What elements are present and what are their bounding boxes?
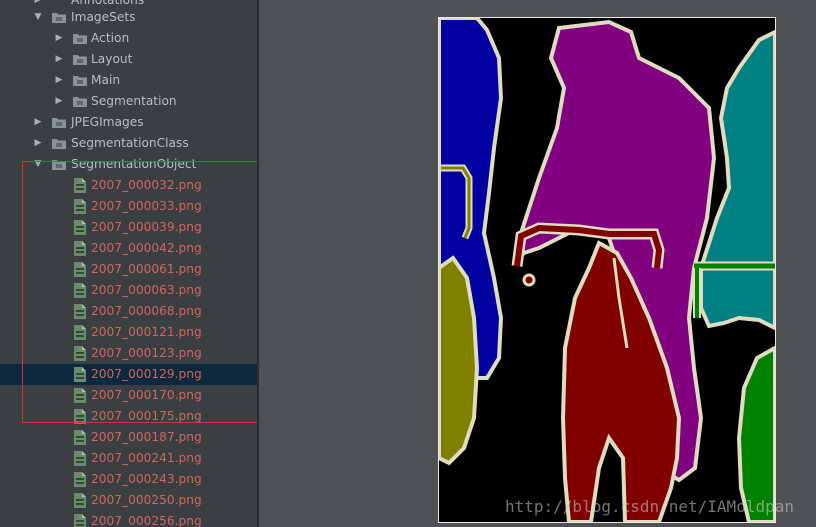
image-file-icon — [74, 346, 86, 361]
tree-file-row[interactable]: 2007_000241.png — [0, 448, 257, 469]
tree-row-label: Action — [91, 31, 130, 45]
tree-row-label: 2007_000187.png — [91, 430, 202, 444]
tree-file-row[interactable]: 2007_000123.png — [0, 343, 257, 364]
tree-row-label: 2007_000250.png — [91, 493, 202, 507]
tree-row-label: 2007_000042.png — [91, 241, 202, 255]
tree-row-label: 2007_000063.png — [91, 283, 202, 297]
image-file-icon — [74, 472, 86, 487]
folder-icon — [73, 76, 87, 86]
image-file-icon — [74, 304, 86, 319]
tree-row-label: 2007_000175.png — [91, 409, 202, 423]
image-file-icon — [74, 493, 86, 508]
tree-row-label: Layout — [91, 52, 133, 66]
tree-folder-row[interactable]: ▼ ImageSets — [0, 7, 257, 28]
expand-arrow-icon[interactable]: ▶ — [32, 112, 44, 133]
tree-file-row[interactable]: 2007_000250.png — [0, 490, 257, 511]
tree-row-label: 2007_000129.png — [91, 367, 202, 381]
watermark-text: http://blog.csdn.net/IAMoldpan — [505, 497, 794, 516]
image-file-icon — [74, 283, 86, 298]
image-file-icon — [74, 430, 86, 445]
tree-row-label: 2007_000170.png — [91, 388, 202, 402]
folder-icon — [52, 13, 66, 23]
tree-folder-row[interactable]: ▶ Layout — [0, 49, 257, 70]
expand-arrow-icon[interactable]: ▶ — [53, 49, 65, 70]
tree-folder-row[interactable]: ▶ Action — [0, 28, 257, 49]
segmentation-mask-image — [439, 18, 775, 522]
tree-row-label: Segmentation — [91, 94, 177, 108]
tree-row-label: 2007_000241.png — [91, 451, 202, 465]
image-file-icon — [74, 178, 86, 193]
tree-folder-row[interactable]: ▶ Main — [0, 70, 257, 91]
tree-file-row[interactable]: 2007_000175.png — [0, 406, 257, 427]
tree-file-row[interactable]: 2007_000063.png — [0, 280, 257, 301]
expand-arrow-icon[interactable]: ▶ — [53, 91, 65, 112]
tree-row-label: 2007_000256.png — [91, 514, 202, 527]
tree-file-row[interactable]: 2007_000243.png — [0, 469, 257, 490]
tree-file-row[interactable]: 2007_000033.png — [0, 196, 257, 217]
folder-icon — [52, 118, 66, 128]
folder-icon — [73, 34, 87, 44]
tree-file-row[interactable]: 2007_000068.png — [0, 301, 257, 322]
tree-row-label: 2007_000061.png — [91, 262, 202, 276]
tree-row-label: 2007_000243.png — [91, 472, 202, 486]
folder-icon — [52, 160, 66, 170]
folder-icon — [73, 97, 87, 107]
tree-row-label: ImageSets — [71, 10, 136, 24]
tree-row-label: Main — [91, 73, 121, 87]
image-file-icon — [74, 388, 86, 403]
tree-row-label: 2007_000121.png — [91, 325, 202, 339]
image-file-icon — [74, 325, 86, 340]
image-viewer: http://blog.csdn.net/IAMoldpan — [259, 0, 816, 527]
image-file-icon — [74, 199, 86, 214]
expand-arrow-icon[interactable]: ▶ — [32, 133, 44, 154]
tree-file-row[interactable]: 2007_000042.png — [0, 238, 257, 259]
tree-folder-row[interactable]: ▶ JPEGImages — [0, 112, 257, 133]
image-file-icon — [74, 409, 86, 424]
image-file-icon — [74, 241, 86, 256]
tree-file-row[interactable]: 2007_000187.png — [0, 427, 257, 448]
folder-icon — [73, 55, 87, 65]
collapse-arrow-icon[interactable]: ▼ — [32, 7, 44, 28]
tree-row-label: 2007_000032.png — [91, 178, 202, 192]
tree-row-label: 2007_000039.png — [91, 220, 202, 234]
tree-file-row[interactable]: 2007_000032.png — [0, 175, 257, 196]
tree-row-label: 2007_000033.png — [91, 199, 202, 213]
tree-row-label: SegmentationClass — [71, 136, 189, 150]
tree-row-label: 2007_000068.png — [91, 304, 202, 318]
segmentation-image — [438, 17, 776, 523]
tree-file-row[interactable]: 2007_000170.png — [0, 385, 257, 406]
project-tree-panel: ▶ Annotations ▼ ImageSets ▶ Action ▶ Layout ▶ M… — [0, 0, 257, 527]
image-file-icon — [74, 262, 86, 277]
tree-file-row[interactable]: 2007_000256.png — [0, 511, 257, 527]
tree-file-row[interactable]: 2007_000061.png — [0, 259, 257, 280]
tree-file-row[interactable]: 2007_000121.png — [0, 322, 257, 343]
collapse-arrow-icon[interactable]: ▼ — [32, 154, 44, 175]
image-file-icon — [74, 514, 86, 527]
tree-row-label: 2007_000123.png — [91, 346, 202, 360]
tree-folder-row[interactable]: ▶ SegmentationClass — [0, 133, 257, 154]
expand-arrow-icon[interactable]: ▶ — [53, 28, 65, 49]
tree-file-row[interactable]: 2007_000129.png — [0, 364, 257, 385]
tree-folder-row[interactable]: ▼ SegmentationObject — [0, 154, 257, 175]
tree-folder-row[interactable]: ▶ Segmentation — [0, 91, 257, 112]
tree-row-label: JPEGImages — [71, 115, 144, 129]
tree-file-row[interactable]: 2007_000039.png — [0, 217, 257, 238]
tree-row-label: SegmentationObject — [71, 157, 197, 171]
image-file-icon — [74, 451, 86, 466]
expand-arrow-icon[interactable]: ▶ — [53, 70, 65, 91]
folder-icon — [52, 139, 66, 149]
image-file-icon — [74, 367, 86, 382]
image-file-icon — [74, 220, 86, 235]
